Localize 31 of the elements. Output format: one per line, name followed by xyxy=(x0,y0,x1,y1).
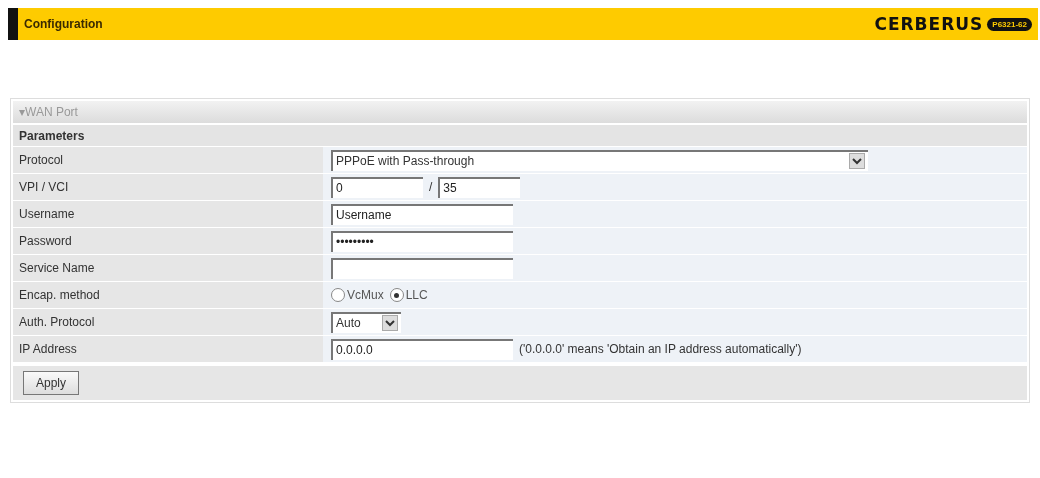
input-field[interactable]: 0 xyxy=(331,176,423,198)
apply-button[interactable]: Apply xyxy=(23,371,80,395)
radio-label: LLC xyxy=(405,288,428,302)
field-label: Password xyxy=(13,228,323,254)
input-field[interactable]: ••••••••• xyxy=(331,230,513,252)
field-label: Username xyxy=(13,201,323,227)
model-badge: P6321-62 xyxy=(987,17,1032,31)
field-label: VPI / VCI xyxy=(13,174,323,200)
radio-label: VcMux xyxy=(347,288,384,302)
field-label: Encap. method xyxy=(13,282,323,308)
chevron-down-icon xyxy=(852,157,862,165)
radio-button[interactable] xyxy=(389,288,404,302)
group-header: Parameters xyxy=(13,125,1027,146)
page-title: Configuration xyxy=(24,17,103,31)
field-label: Protocol xyxy=(13,147,323,173)
dropdown-field[interactable]: PPPoE with Pass-through xyxy=(331,149,868,171)
collapse-marker: ▾ xyxy=(19,105,25,119)
input-field[interactable]: 0.0.0.0 xyxy=(331,338,513,360)
brand-logo: CERBERUS xyxy=(874,14,984,34)
input-field[interactable]: 35 xyxy=(438,176,521,198)
radio-button[interactable] xyxy=(331,288,345,302)
field-label: Service Name xyxy=(13,255,323,281)
separator-text: / xyxy=(429,180,433,194)
field-label: IP Address xyxy=(13,336,323,362)
hint-text: ('0.0.0.0' means 'Obtain an IP address automatically') xyxy=(519,342,802,356)
input-field[interactable] xyxy=(331,257,513,279)
input-field[interactable]: Username xyxy=(331,203,513,225)
section-title: WAN Port xyxy=(25,105,78,119)
chevron-down-icon xyxy=(385,319,395,327)
field-label: Auth. Protocol xyxy=(13,309,323,335)
dropdown-field[interactable]: Auto xyxy=(331,311,401,333)
